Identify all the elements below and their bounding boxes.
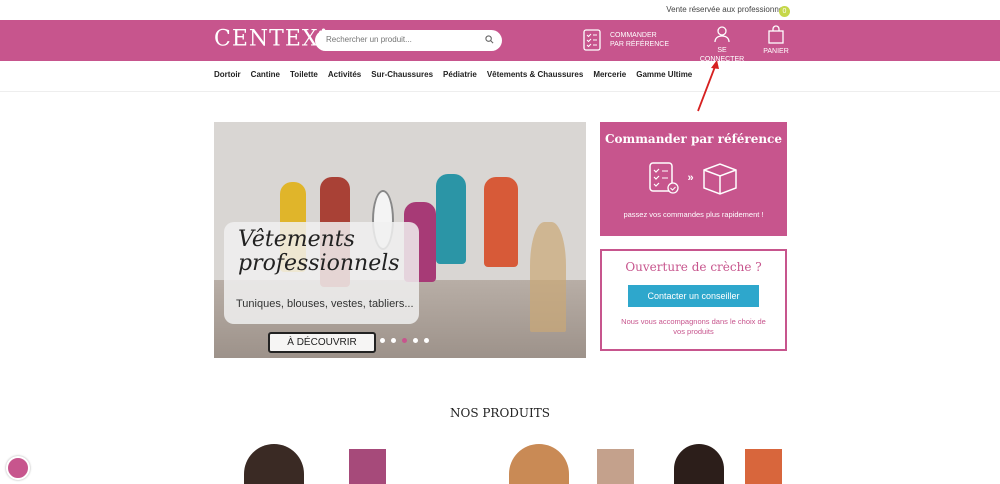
nav-item-sur-chaussures[interactable]: Sur-Chaussures [371,70,433,79]
shopping-bag-icon [768,25,784,44]
person-figure [436,174,466,264]
hero-title: Vêtements professionnels [238,228,400,276]
double-chevron-icon: » [687,172,694,184]
checklist-icon [649,162,680,194]
order-by-reference-link[interactable]: COMMANDER PAR RÉFÉRENCE [582,28,669,52]
nav-item-pediatrie[interactable]: Pédiatrie [443,70,477,79]
box-icon [702,163,737,195]
contact-advisor-button[interactable]: Contacter un conseiller [628,285,759,307]
red-arrow-annotation [697,60,719,112]
search-input[interactable] [326,35,476,44]
carousel-dot[interactable] [413,338,418,343]
checklist-icon [583,29,601,51]
pampas-grass [530,222,566,332]
product-category-card[interactable] [664,444,789,484]
carousel-dot[interactable] [391,338,396,343]
nav-item-toilette[interactable]: Toilette [290,70,318,79]
nav-item-activites[interactable]: Activités [328,70,361,79]
carousel-dot[interactable] [424,338,429,343]
hero-subtitle: Tuniques, blouses, vestes, tabliers... [236,298,414,310]
bed-icon [349,449,386,484]
header: CENTEX✿ COMMANDERPAR RÉFÉRENCE SE CONNEC… [0,20,1000,63]
hero-banner[interactable]: Vêtements professionnels Tuniques, blouse… [214,122,586,358]
person-figure [484,177,518,267]
search-icon[interactable] [485,35,494,44]
order-card-subtitle: passez vos commandes plus rapidement ! [623,210,764,219]
category-image [674,444,724,484]
nav-item-mercerie[interactable]: Mercerie [593,70,626,79]
nav-item-gamme-ultime[interactable]: Gamme Ultime [636,70,692,79]
logo[interactable]: CENTEX✿ [214,26,330,51]
carousel-dot-active[interactable] [402,338,407,343]
professional-notice: Vente réservée aux professionnels [666,5,789,14]
product-category-card[interactable] [474,444,642,484]
nav-divider [0,91,1000,92]
creche-card-title: Ouverture de crèche ? [625,260,762,274]
nav-item-vetements-chaussures[interactable]: Vêtements & Chaussures [487,70,583,79]
main-navigation: Dortoir Cantine Toilette Activités Sur-C… [214,70,702,79]
plate-icon [597,449,634,484]
hero-title-line-2: professionnels [238,251,400,276]
creche-opening-card: Ouverture de crèche ? Contacter un conse… [600,249,787,351]
logo-text: CENTEX [214,26,319,52]
order-by-reference-card[interactable]: Commander par référence » passez vos com… [600,122,787,236]
cart-label: PANIER [763,48,789,55]
order-card-title: Commander par référence [604,132,783,146]
nav-item-dortoir[interactable]: Dortoir [214,70,241,79]
top-bar: Vente réservée aux professionnels [0,0,1000,20]
carousel-dot[interactable] [380,338,385,343]
product-category-card[interactable] [234,444,394,484]
order-label-line-2: PAR RÉFÉRENCE [610,41,669,48]
carousel-dots [380,338,429,343]
bathtub-icon [745,449,782,484]
search-bar [315,30,502,51]
cart-link[interactable]: PANIER [763,25,789,56]
creche-card-text: Nous vous accompagnons dans le choix de … [621,317,766,336]
products-section-title: NOS PRODUITS [449,406,551,420]
category-image [509,444,569,484]
category-image [244,444,304,484]
chat-widget-button[interactable] [6,456,30,480]
order-label-line-1: COMMANDER [610,32,657,39]
discover-button[interactable]: À DÉCOUVRIR [268,332,376,353]
order-card-icons: » [600,160,787,196]
hero-title-line-1: Vêtements [238,227,355,252]
cart-count-badge: 0 [779,6,790,17]
hero-text-box: Vêtements professionnels Tuniques, blouse… [224,222,419,324]
user-icon [714,26,730,43]
nav-item-cantine[interactable]: Cantine [251,70,280,79]
